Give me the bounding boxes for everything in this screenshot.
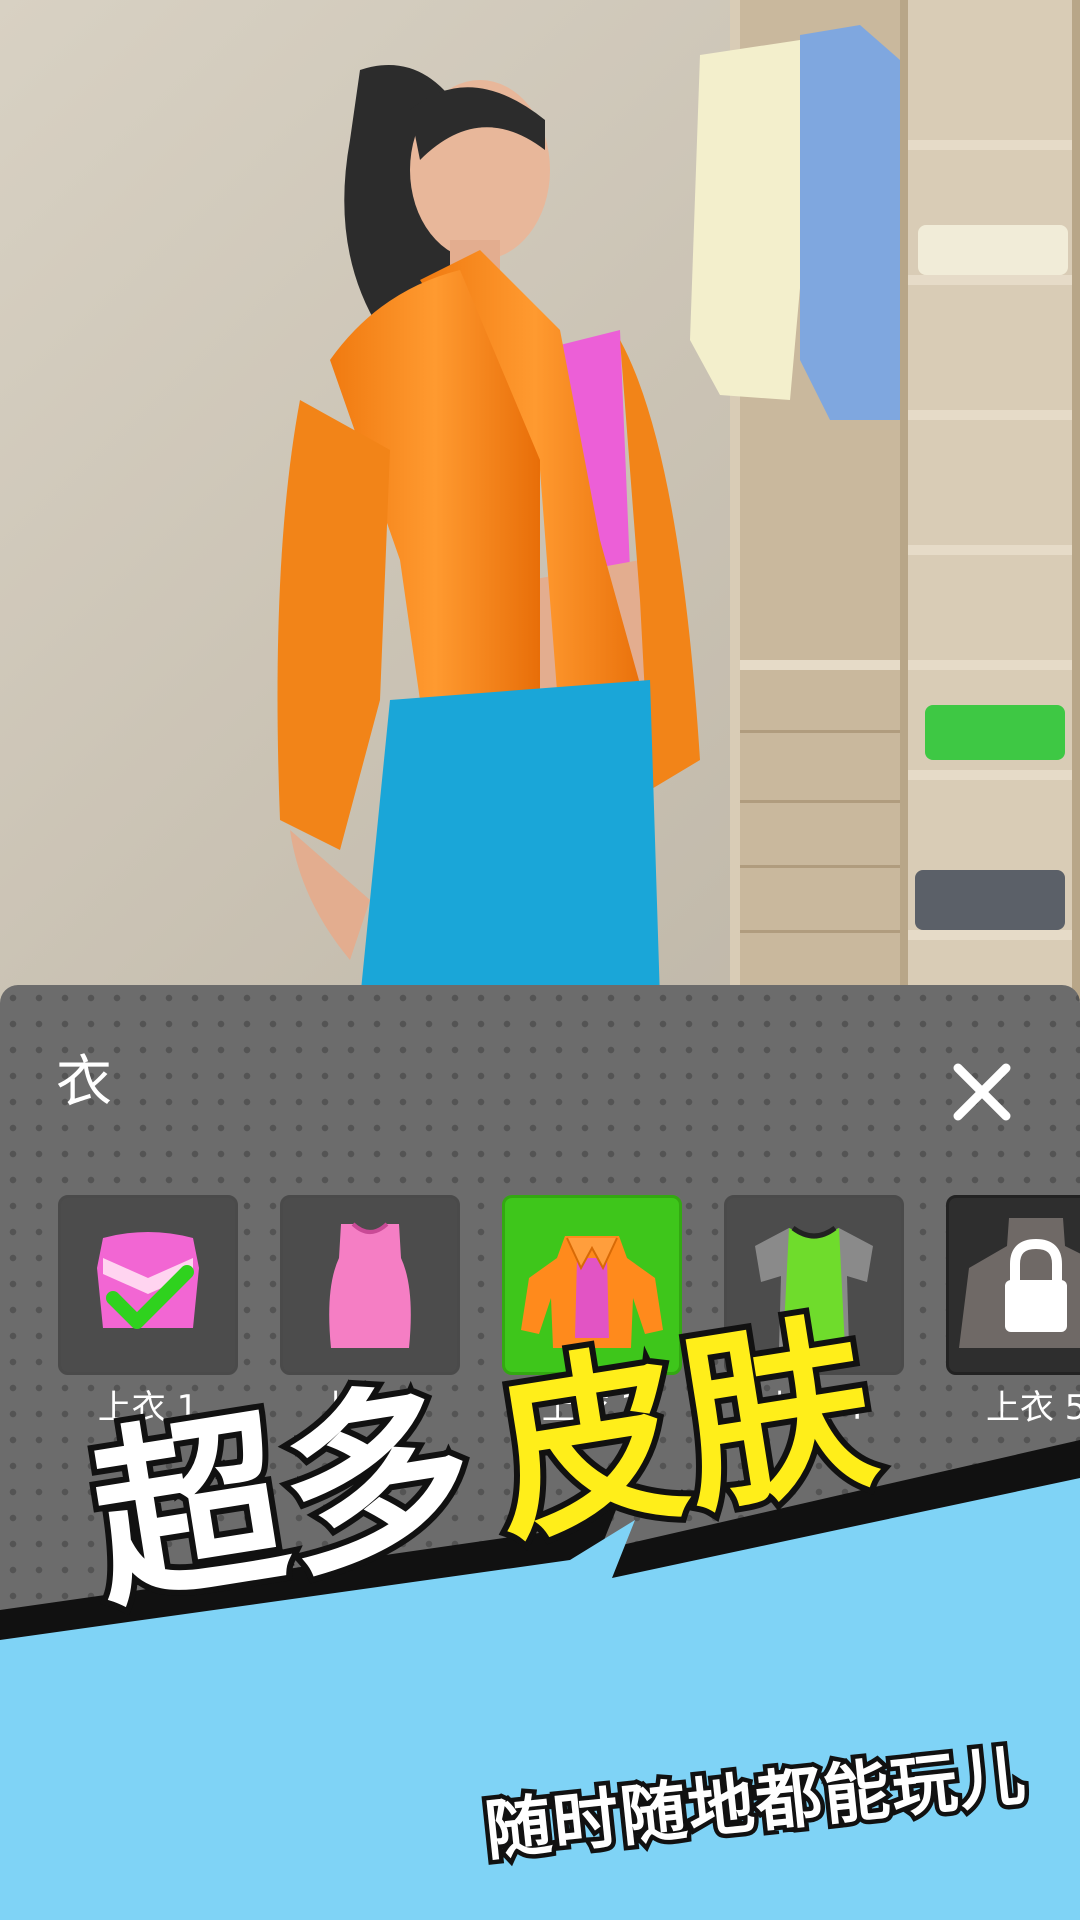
pink-crop-top-icon xyxy=(97,1232,199,1329)
close-button[interactable] xyxy=(948,1058,1016,1126)
headline-white: 超多 xyxy=(72,1351,494,1641)
item-slot-5[interactable] xyxy=(946,1195,1080,1375)
item-slot-2[interactable] xyxy=(280,1195,460,1375)
pink-tank-top-icon xyxy=(329,1222,411,1348)
wardrobe xyxy=(690,0,1080,1000)
headline-yellow: 皮肤 xyxy=(472,1286,894,1576)
close-icon xyxy=(953,1063,1011,1121)
character-scene xyxy=(0,0,1080,1000)
item-slot-1[interactable] xyxy=(58,1195,238,1375)
locked-sweater-icon xyxy=(959,1218,1080,1348)
panel-title: 衣 xyxy=(56,1050,112,1115)
